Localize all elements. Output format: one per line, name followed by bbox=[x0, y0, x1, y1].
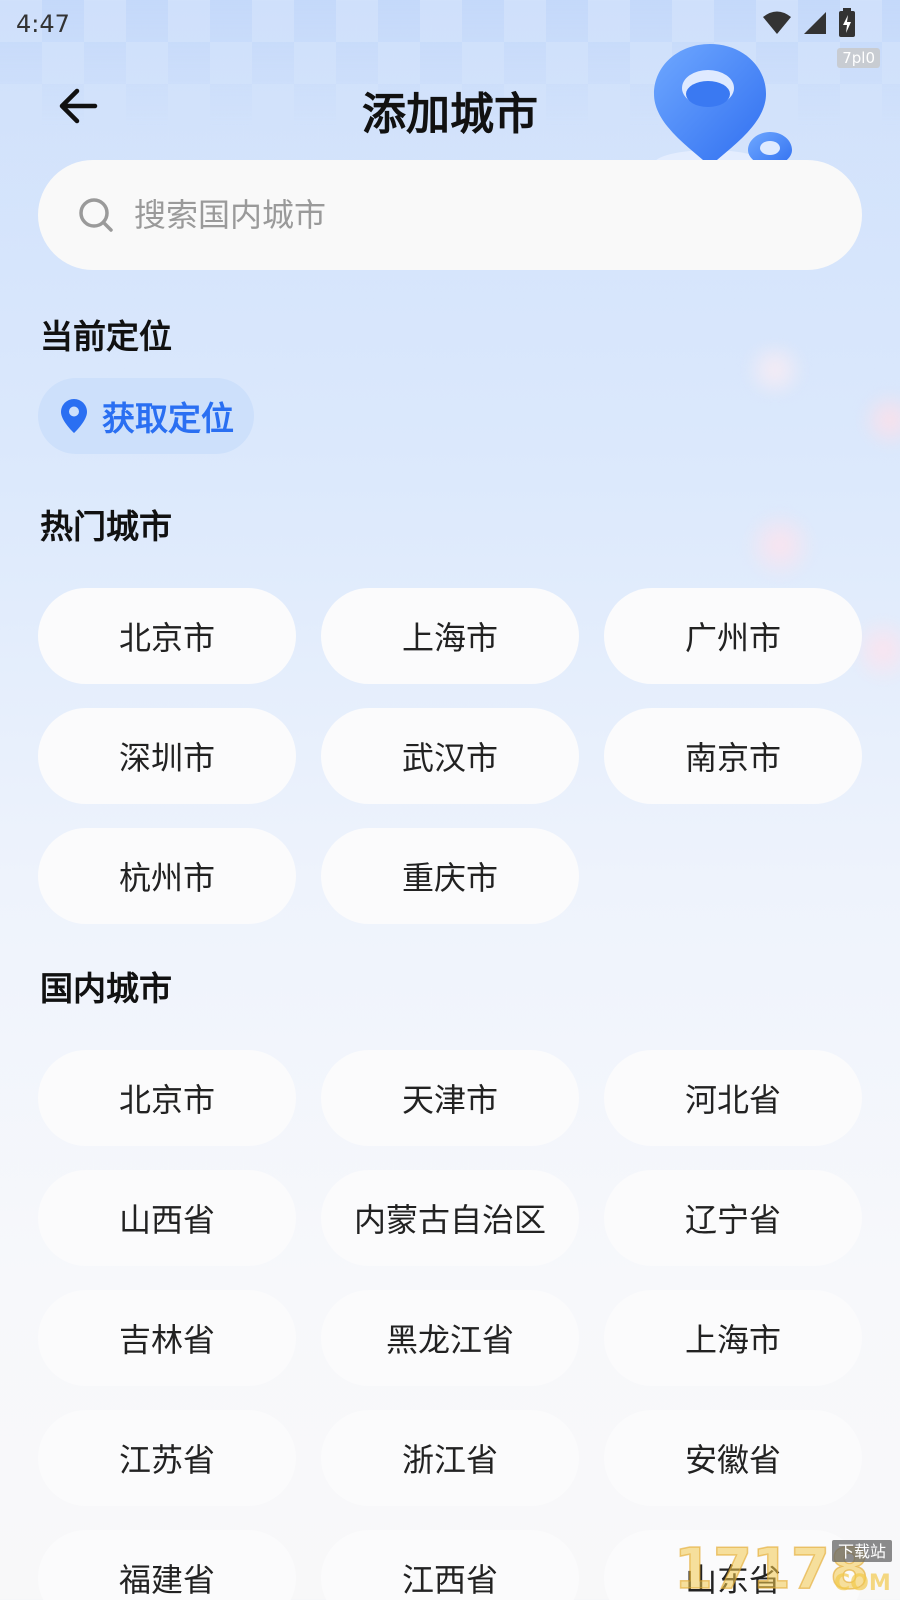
background-blob bbox=[860, 390, 900, 450]
region-chip[interactable]: 河北省 bbox=[604, 1050, 862, 1146]
status-time: 4:47 bbox=[16, 10, 70, 38]
wifi-icon bbox=[763, 11, 791, 34]
watermark-site: 下载站 bbox=[838, 1542, 886, 1561]
region-chip[interactable]: 天津市 bbox=[321, 1050, 579, 1146]
domestic-cities-grid: 北京市 天津市 河北省 山西省 内蒙古自治区 辽宁省 吉林省 黑龙江省 上海市 … bbox=[38, 1050, 862, 1600]
watermark-com: COM bbox=[834, 1571, 891, 1596]
background-blob bbox=[745, 510, 815, 580]
section-title-domestic-cities: 国内城市 bbox=[40, 969, 172, 1008]
region-chip[interactable]: 吉林省 bbox=[38, 1290, 296, 1386]
city-chip[interactable]: 深圳市 bbox=[38, 708, 296, 804]
location-pin-icon bbox=[61, 399, 87, 433]
get-location-label: 获取定位 bbox=[102, 399, 234, 438]
watermark-tag: 7pl0 bbox=[837, 48, 880, 68]
region-chip[interactable]: 上海市 bbox=[604, 1290, 862, 1386]
city-chip[interactable]: 上海市 bbox=[321, 588, 579, 684]
region-chip[interactable]: 内蒙古自治区 bbox=[321, 1170, 579, 1266]
city-chip[interactable]: 广州市 bbox=[604, 588, 862, 684]
page-title: 添加城市 bbox=[362, 89, 538, 140]
city-chip[interactable]: 北京市 bbox=[38, 588, 296, 684]
city-chip[interactable]: 重庆市 bbox=[321, 828, 579, 924]
get-location-button[interactable]: 获取定位 bbox=[38, 378, 254, 454]
region-chip[interactable]: 辽宁省 bbox=[604, 1170, 862, 1266]
search-bar[interactable] bbox=[38, 160, 862, 270]
section-title-hot-cities: 热门城市 bbox=[40, 507, 172, 546]
region-chip[interactable]: 江西省 bbox=[321, 1530, 579, 1600]
background-blob bbox=[740, 345, 810, 395]
background-blob bbox=[858, 610, 900, 690]
section-title-current-location: 当前定位 bbox=[40, 317, 172, 356]
region-chip[interactable]: 浙江省 bbox=[321, 1410, 579, 1506]
region-chip[interactable]: 安徽省 bbox=[604, 1410, 862, 1506]
region-chip[interactable]: 北京市 bbox=[38, 1050, 296, 1146]
battery-icon bbox=[839, 8, 855, 37]
header: 添加城市 bbox=[0, 70, 900, 140]
region-chip[interactable]: 福建省 bbox=[38, 1530, 296, 1600]
search-input[interactable] bbox=[134, 196, 734, 234]
status-icons bbox=[762, 8, 856, 38]
hot-cities-grid: 北京市 上海市 广州市 深圳市 武汉市 南京市 杭州市 重庆市 bbox=[38, 588, 862, 924]
region-chip[interactable]: 江苏省 bbox=[38, 1410, 296, 1506]
region-chip[interactable]: 黑龙江省 bbox=[321, 1290, 579, 1386]
search-icon bbox=[79, 198, 113, 232]
city-chip[interactable]: 武汉市 bbox=[321, 708, 579, 804]
region-chip[interactable]: 山西省 bbox=[38, 1170, 296, 1266]
site-watermark-logo: 17178 下载站 COM bbox=[674, 1536, 892, 1596]
city-chip[interactable]: 南京市 bbox=[604, 708, 862, 804]
city-chip[interactable]: 杭州市 bbox=[38, 828, 296, 924]
signal-icon bbox=[804, 12, 826, 34]
